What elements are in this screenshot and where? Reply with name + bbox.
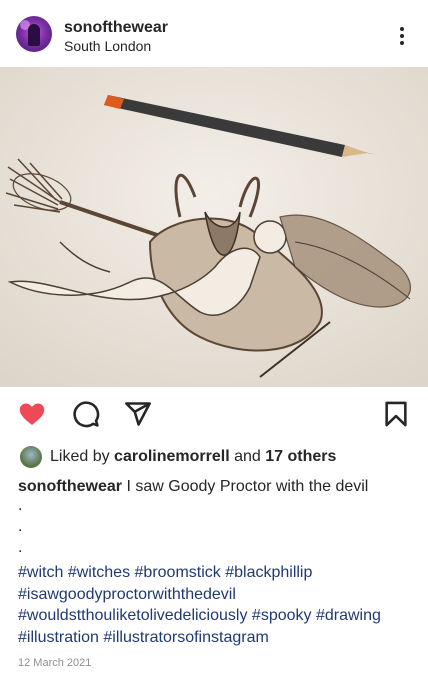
hashtag-link[interactable]: #wouldstthouliketolivedeliciously bbox=[18, 607, 247, 624]
post-location[interactable]: South London bbox=[64, 38, 151, 54]
hashtag-line: #witch #witches #broomstick #blackphilli… bbox=[18, 562, 423, 584]
post-header: sonofthewear South London bbox=[0, 0, 428, 66]
comment-icon[interactable] bbox=[72, 400, 100, 428]
liker-username[interactable]: carolinemorrell bbox=[114, 448, 230, 465]
hashtag-link[interactable]: #spooky bbox=[252, 607, 312, 624]
hashtag-link[interactable]: #illustratorsofinstagram bbox=[103, 629, 268, 646]
hashtag-line: #wouldstthouliketolivedeliciously #spook… bbox=[18, 605, 423, 627]
heart-icon[interactable] bbox=[18, 400, 46, 428]
bookmark-icon[interactable] bbox=[382, 400, 410, 428]
caption: sonofthewear I saw Goody Proctor with th… bbox=[18, 476, 418, 497]
hashtag-link[interactable]: #drawing bbox=[316, 607, 381, 624]
hashtag-link[interactable]: #witches bbox=[68, 564, 130, 581]
hashtag-link[interactable]: #illustration bbox=[18, 629, 99, 646]
hashtag-link[interactable]: #blackphillip bbox=[225, 564, 312, 581]
avatar-figure bbox=[28, 24, 40, 46]
likes-row[interactable]: Liked by carolinemorrell and 17 others bbox=[0, 444, 428, 470]
drawing-illustration bbox=[0, 67, 428, 387]
hashtag-line: #illustration #illustratorsofinstagram bbox=[18, 627, 423, 649]
send-icon[interactable] bbox=[124, 400, 152, 428]
action-bar bbox=[0, 396, 428, 432]
more-options-icon[interactable] bbox=[392, 24, 412, 48]
caption-text: I saw Goody Proctor with the devil bbox=[126, 478, 369, 495]
caption-dot: . bbox=[18, 497, 23, 514]
likes-text: Liked by carolinemorrell and 17 others bbox=[50, 448, 336, 466]
caption-dot: . bbox=[18, 518, 23, 535]
liker-avatar[interactable] bbox=[20, 446, 42, 468]
post-image[interactable] bbox=[0, 67, 428, 387]
hashtag-link[interactable]: #isawgoodyproctorwiththedevil bbox=[18, 586, 236, 603]
avatar[interactable] bbox=[16, 16, 52, 52]
likes-prefix: Liked by bbox=[50, 448, 110, 465]
hashtags: #witch #witches #broomstick #blackphilli… bbox=[18, 562, 423, 648]
likes-others[interactable]: 17 others bbox=[265, 448, 336, 465]
caption-dot: . bbox=[18, 539, 23, 556]
hashtag-line: #isawgoodyproctorwiththedevil bbox=[18, 584, 423, 606]
hashtag-link[interactable]: #witch bbox=[18, 564, 63, 581]
post-username[interactable]: sonofthewear bbox=[64, 19, 168, 37]
post-date: 12 March 2021 bbox=[18, 657, 92, 669]
hashtag-link[interactable]: #broomstick bbox=[135, 564, 221, 581]
caption-username[interactable]: sonofthewear bbox=[18, 478, 122, 495]
likes-and: and bbox=[234, 448, 261, 465]
